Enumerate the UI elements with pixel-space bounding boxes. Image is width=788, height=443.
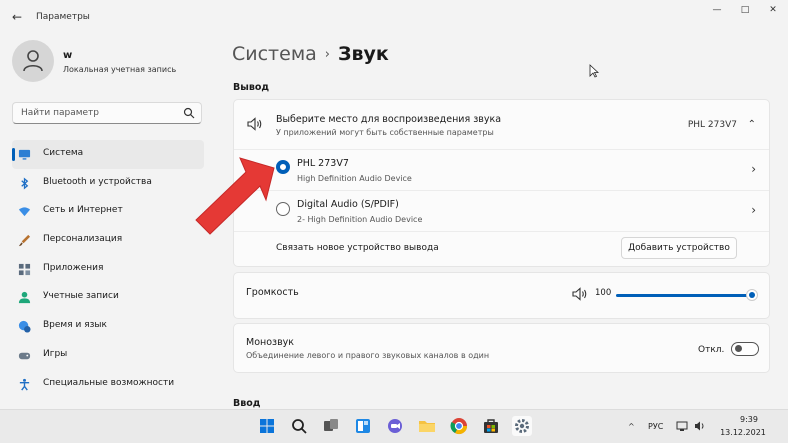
window-title: Параметры xyxy=(36,12,90,22)
volume-slider[interactable] xyxy=(616,294,752,297)
sidebar-item-bluetooth[interactable]: Bluetooth и устройства xyxy=(12,169,204,198)
accessibility-icon xyxy=(19,378,30,390)
output-device-row[interactable]: PHL 273V7 High Definition Audio Device › xyxy=(234,149,769,190)
minimize-button[interactable]: — xyxy=(706,3,728,17)
globe-clock-icon xyxy=(18,321,31,333)
add-device-button[interactable]: Добавить устройство xyxy=(621,237,737,259)
search-icon[interactable] xyxy=(183,107,195,119)
sidebar-item-personalization[interactable]: Персонализация xyxy=(12,226,204,255)
taskbar: ^ РУС 9:39 13.12.2021 xyxy=(0,409,788,443)
mono-toggle-state: Откл. xyxy=(698,345,725,355)
search-input[interactable]: Найти параметр xyxy=(12,102,202,124)
user-name: w xyxy=(63,50,73,61)
device-description: High Definition Audio Device xyxy=(297,174,412,183)
device-radio[interactable] xyxy=(276,160,290,174)
clock-date[interactable]: 13.12.2021 xyxy=(712,428,774,437)
sidebar-item-gaming[interactable]: Игры xyxy=(12,341,204,370)
volume-value: 100 xyxy=(595,288,612,298)
mouse-cursor-icon xyxy=(589,64,599,78)
input-section-label: Ввод xyxy=(233,398,261,409)
volume-icon[interactable] xyxy=(694,420,706,432)
mono-card: Монозвук Объединение левого и правого зв… xyxy=(233,323,770,373)
store-icon[interactable] xyxy=(482,417,500,435)
monitor-icon xyxy=(18,149,31,160)
sidebar-item-time-language[interactable]: Время и язык xyxy=(12,312,204,341)
sidebar-item-label: Игры xyxy=(43,348,68,359)
output-title: Выберите место для воспроизведения звука xyxy=(276,114,502,125)
gamepad-icon xyxy=(18,352,31,360)
sidebar-item-label: Bluetooth и устройства xyxy=(43,176,152,187)
volume-card: Громкость 100 xyxy=(233,272,770,319)
sidebar-item-label: Приложения xyxy=(43,262,104,273)
user-profile[interactable]: w Локальная учетная запись xyxy=(12,40,202,86)
chevron-right-icon[interactable]: › xyxy=(751,203,756,217)
page-title: Звук xyxy=(338,43,389,65)
close-button[interactable]: ✕ xyxy=(762,3,784,17)
device-name: PHL 273V7 xyxy=(297,158,349,169)
person-icon xyxy=(18,292,31,304)
pair-device-row: Связать новое устройство вывода Добавить… xyxy=(234,231,769,267)
settings-gear-icon[interactable] xyxy=(512,416,532,436)
sidebar-item-label: Время и язык xyxy=(43,320,107,331)
mono-subtitle: Объединение левого и правого звуковых ка… xyxy=(246,351,490,360)
search-icon[interactable] xyxy=(290,417,308,435)
pair-device-label: Связать новое устройство вывода xyxy=(276,243,439,253)
output-subtitle: У приложений могут быть собственные пара… xyxy=(276,128,494,137)
output-header[interactable]: Выберите место для воспроизведения звука… xyxy=(234,100,769,149)
speaker-icon[interactable] xyxy=(572,287,588,301)
chrome-icon[interactable] xyxy=(450,417,468,435)
sidebar-item-label: Система xyxy=(43,148,84,158)
sidebar-item-label: Персонализация xyxy=(43,234,123,245)
file-explorer-icon[interactable] xyxy=(418,417,436,435)
sidebar-item-network[interactable]: Сеть и Интернет xyxy=(12,197,204,226)
sidebar-item-accounts[interactable]: Учетные записи xyxy=(12,283,204,312)
input-language[interactable]: РУС xyxy=(648,422,663,431)
speaker-icon xyxy=(247,117,262,131)
brush-icon xyxy=(18,234,31,247)
title-bar: ← Параметры — □ ✕ xyxy=(0,0,788,34)
sidebar-nav: Система Bluetooth и устройства Сеть и Ин… xyxy=(12,140,204,398)
network-icon[interactable] xyxy=(676,420,688,432)
chevron-up-icon[interactable]: ⌃ xyxy=(748,119,756,130)
sidebar-item-apps[interactable]: Приложения xyxy=(12,255,204,284)
device-description: 2- High Definition Audio Device xyxy=(297,215,423,224)
breadcrumb: Система › Звук xyxy=(232,43,389,65)
task-view-icon[interactable] xyxy=(322,417,340,435)
output-section-label: Вывод xyxy=(233,82,270,93)
mono-toggle[interactable] xyxy=(731,342,759,356)
sidebar-item-system[interactable]: Система xyxy=(12,140,204,169)
annotation-arrow-icon xyxy=(195,157,275,235)
device-name: Digital Audio (S/PDIF) xyxy=(297,199,399,210)
mono-title: Монозвук xyxy=(246,337,295,348)
clock-time[interactable]: 9:39 xyxy=(724,415,774,424)
volume-slider-thumb[interactable] xyxy=(746,289,758,301)
chevron-right-icon[interactable]: › xyxy=(751,162,756,176)
device-radio[interactable] xyxy=(276,202,290,216)
output-card: Выберите место для воспроизведения звука… xyxy=(233,99,770,267)
selected-output-device: PHL 273V7 xyxy=(687,120,737,130)
wifi-icon xyxy=(18,207,31,217)
chat-icon[interactable] xyxy=(386,417,404,435)
widgets-icon[interactable] xyxy=(354,417,372,435)
bluetooth-icon xyxy=(21,177,29,190)
sidebar-item-label: Специальные возможности xyxy=(43,377,175,388)
person-icon xyxy=(23,50,43,72)
output-device-row[interactable]: Digital Audio (S/PDIF) 2- High Definitio… xyxy=(234,190,769,231)
start-icon[interactable] xyxy=(258,417,276,435)
search-placeholder: Найти параметр xyxy=(21,108,99,118)
sidebar-item-accessibility[interactable]: Специальные возможности xyxy=(12,370,204,399)
maximize-button[interactable]: □ xyxy=(734,3,756,17)
volume-label: Громкость xyxy=(246,287,299,298)
sidebar-item-label: Сеть и Интернет xyxy=(43,205,123,216)
breadcrumb-separator: › xyxy=(324,47,330,62)
account-type: Локальная учетная запись xyxy=(63,65,177,74)
apps-icon xyxy=(18,263,31,275)
tray-overflow-icon[interactable]: ^ xyxy=(628,422,635,431)
active-indicator xyxy=(12,148,15,161)
back-button[interactable]: ← xyxy=(8,8,26,26)
avatar xyxy=(12,40,54,82)
breadcrumb-parent[interactable]: Система xyxy=(232,43,317,65)
sidebar-item-label: Учетные записи xyxy=(43,291,119,302)
